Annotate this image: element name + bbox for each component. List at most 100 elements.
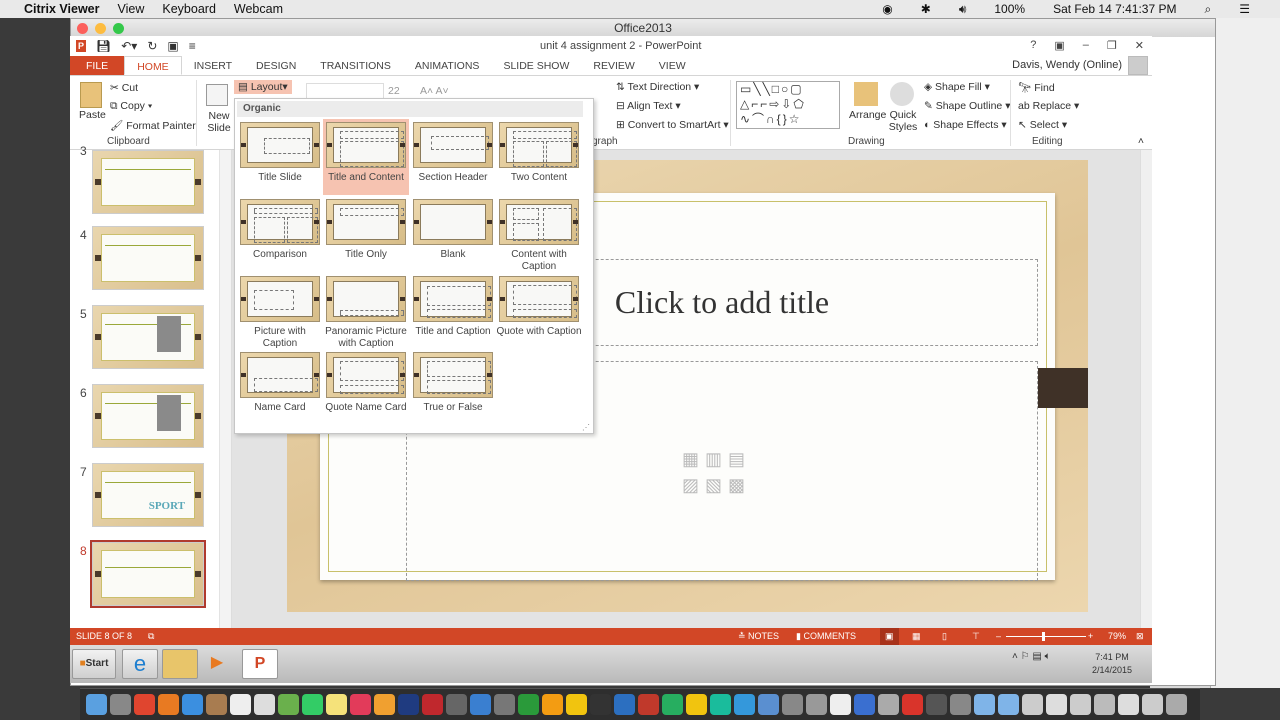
dock-app-icon[interactable]	[758, 694, 779, 715]
dock-app-icon[interactable]	[854, 694, 875, 715]
layout-option-two-content[interactable]: Two Content	[496, 119, 582, 195]
tab-review[interactable]: REVIEW	[581, 56, 646, 75]
zoom-slider-thumb[interactable]	[1042, 632, 1045, 641]
tab-view[interactable]: VIEW	[647, 56, 698, 75]
tray-icons[interactable]: ˄ ⚐ ▤ 🔈︎	[1012, 651, 1051, 662]
dock-app-icon[interactable]	[998, 694, 1019, 715]
layout-option-content-with-caption[interactable]: Content with Caption	[496, 196, 582, 272]
minimize-window-button[interactable]	[95, 23, 106, 34]
dock-app-icon[interactable]	[782, 694, 803, 715]
dock-app-icon[interactable]	[374, 694, 395, 715]
internet-explorer-icon[interactable]: e	[122, 649, 158, 679]
new-slide-button[interactable]: New Slide	[204, 110, 234, 134]
close-button[interactable]: ✕	[1135, 39, 1144, 52]
dock-app-icon[interactable]	[182, 694, 203, 715]
resize-grip-icon[interactable]: ⋰	[582, 423, 590, 432]
dock-app-icon[interactable]	[86, 694, 107, 715]
volume-icon[interactable]: 🔊︎	[959, 2, 967, 17]
dock-app-icon[interactable]	[1094, 694, 1115, 715]
format-painter-button[interactable]: 🖌︎ Format Painter	[110, 119, 196, 132]
new-slide-icon[interactable]	[206, 84, 228, 106]
dock-app-icon[interactable]	[662, 694, 683, 715]
slide-thumbnail-5[interactable]	[92, 305, 204, 369]
dock-app-icon[interactable]	[614, 694, 635, 715]
font-size-box[interactable]: 22	[388, 85, 400, 97]
dock-app-icon[interactable]	[734, 694, 755, 715]
dock-app-icon[interactable]	[1118, 694, 1139, 715]
dock-app-icon[interactable]	[206, 694, 227, 715]
dock-app-icon[interactable]	[590, 694, 611, 715]
zoom-out-button[interactable]: –	[996, 628, 1001, 645]
notification-center-icon[interactable]: ☰	[1239, 2, 1250, 16]
dock-app-icon[interactable]	[494, 694, 515, 715]
menu-webcam[interactable]: Webcam	[234, 2, 283, 16]
slide-thumbnail-8[interactable]	[90, 540, 206, 608]
layout-option-title-only[interactable]: Title Only	[323, 196, 409, 272]
customize-qat-icon[interactable]: ≡	[189, 39, 196, 53]
slide-thumbnail-7[interactable]: SPORT	[92, 463, 204, 527]
dock-app-icon[interactable]	[638, 694, 659, 715]
layout-option-comparison[interactable]: Comparison	[237, 196, 323, 272]
reading-view-icon[interactable]: ▯	[942, 628, 947, 645]
shapes-gallery[interactable]: ▭╲╲□○▢ △⌐⌐⇨⇩⬠ ∿⌒∩{}☆	[736, 81, 840, 129]
dock-app-icon[interactable]	[1166, 694, 1187, 715]
tab-file[interactable]: FILE	[70, 56, 125, 75]
spotlight-icon[interactable]: ⌕	[1205, 2, 1212, 17]
tab-slide-show[interactable]: SLIDE SHOW	[491, 56, 581, 75]
redo-icon[interactable]: ↻	[147, 39, 157, 53]
replace-button[interactable]: ab Replace ▾	[1018, 100, 1079, 112]
menu-view[interactable]: View	[118, 2, 145, 16]
normal-view-icon[interactable]: ▣	[880, 628, 899, 645]
start-button[interactable]: ■Start	[72, 649, 116, 679]
zoom-level[interactable]: 79%	[1108, 628, 1126, 645]
tab-transitions[interactable]: TRANSITIONS	[308, 56, 403, 75]
slide-thumbnail-6[interactable]	[92, 384, 204, 448]
menu-keyboard[interactable]: Keyboard	[162, 2, 216, 16]
dock-app-icon[interactable]	[566, 694, 587, 715]
menu-app[interactable]: Citrix Viewer	[24, 2, 100, 16]
font-name-box[interactable]	[306, 83, 384, 99]
thumbnail-scrollbar[interactable]	[219, 150, 231, 628]
taskbar-time[interactable]: 7:41 PM	[1092, 651, 1132, 664]
copy-button[interactable]: ⧉ Copy ▾	[110, 100, 152, 113]
dock-app-icon[interactable]	[878, 694, 899, 715]
powerpoint-taskbar-icon[interactable]: P	[242, 649, 278, 679]
layout-option-quote-name-card[interactable]: Quote Name Card	[323, 349, 409, 425]
tab-design[interactable]: DESIGN	[244, 56, 308, 75]
shape-outline-button[interactable]: ✎ Shape Outline ▾	[924, 100, 1010, 112]
dock-app-icon[interactable]	[350, 694, 371, 715]
fit-to-window-icon[interactable]: ⊠	[1136, 628, 1144, 645]
dock-app-icon[interactable]	[110, 694, 131, 715]
undo-icon[interactable]: ↶▾	[121, 39, 137, 53]
dock-app-icon[interactable]	[518, 694, 539, 715]
dock-app-icon[interactable]	[542, 694, 563, 715]
arrange-icon[interactable]	[854, 82, 878, 106]
dock-app-icon[interactable]	[254, 694, 275, 715]
dock-app-icon[interactable]	[470, 694, 491, 715]
restore-button[interactable]: ❐	[1107, 39, 1117, 52]
zoom-in-button[interactable]: +	[1088, 628, 1093, 645]
cut-button[interactable]: ✂ Cut	[110, 82, 138, 94]
layout-option-blank[interactable]: Blank	[410, 196, 496, 272]
ribbon-display-options-icon[interactable]: ▣	[1054, 39, 1064, 52]
layout-button[interactable]: ▤ Layout▾	[234, 80, 292, 94]
insert-content-icons[interactable]: ▦▥▤ ▨▧▩	[682, 446, 751, 498]
layout-option-title-and-content[interactable]: Title and Content	[323, 119, 409, 195]
dock-app-icon[interactable]	[974, 694, 995, 715]
layout-option-section-header[interactable]: Section Header	[410, 119, 496, 195]
tab-animations[interactable]: ANIMATIONS	[403, 56, 492, 75]
tab-home[interactable]: HOME	[124, 56, 182, 75]
arrange-button[interactable]: Arrange	[849, 109, 886, 121]
dock-app-icon[interactable]	[398, 694, 419, 715]
dock-app-icon[interactable]	[422, 694, 443, 715]
slide-thumbnail-3[interactable]	[92, 150, 204, 214]
align-text-button[interactable]: ⊟ Align Text ▾	[616, 100, 681, 112]
shape-fill-button[interactable]: ◈ Shape Fill ▾	[924, 81, 990, 93]
slide-show-icon[interactable]: ⊤	[972, 628, 980, 645]
bluetooth-icon[interactable]: ✱	[921, 2, 931, 16]
dock-app-icon[interactable]	[806, 694, 827, 715]
dock-app-icon[interactable]	[1142, 694, 1163, 715]
avatar[interactable]	[1128, 56, 1148, 75]
zoom-window-button[interactable]	[113, 23, 124, 34]
dock-app-icon[interactable]	[230, 694, 251, 715]
